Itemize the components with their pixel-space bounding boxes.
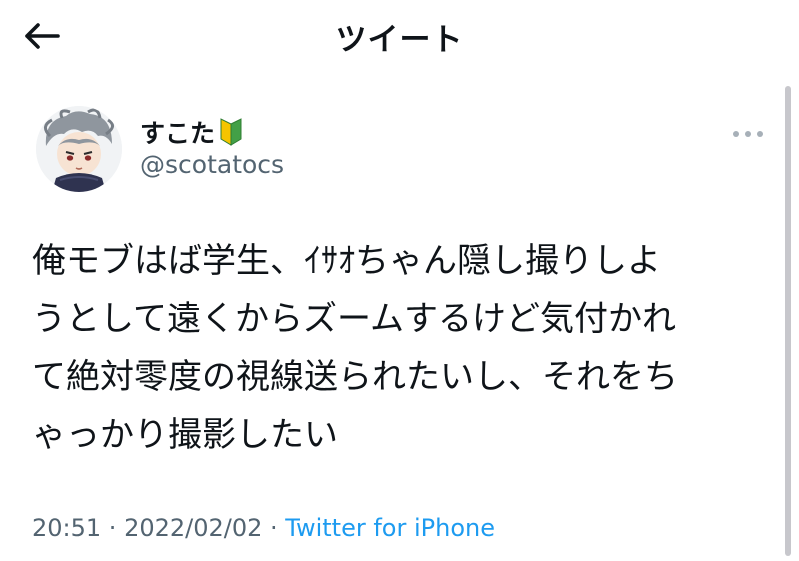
tweet-text-line: 俺モブはば学生、ｲｻｵちゃん隠し撮りしよ	[32, 241, 661, 281]
tweet-metadata: 20:51 · 2022/02/02 · Twitter for iPhone	[32, 514, 495, 542]
tweet-text-line: うとして遠くからズームするけど気付かれ	[32, 299, 676, 339]
tweet-time[interactable]: 20:51	[32, 514, 101, 542]
scrollbar[interactable]	[785, 86, 791, 556]
more-dots-icon	[731, 123, 765, 142]
page-title: ツイート	[335, 22, 464, 58]
author-display-name[interactable]: すこた	[140, 114, 243, 150]
meta-separator: ·	[262, 514, 286, 542]
tweet-text-line: ゃっかり撮影したい	[32, 415, 338, 455]
tweet-source-link[interactable]: Twitter for iPhone	[285, 514, 495, 542]
avatar[interactable]	[36, 106, 122, 192]
top-nav-bar: ツイート	[0, 0, 799, 76]
tweet-text: 俺モブはば学生、ｲｻｵちゃん隠し撮りしよ うとして遠くからズームするけど気付かれ…	[32, 232, 760, 464]
more-options-button[interactable]	[728, 120, 768, 144]
beginner-mark-icon	[219, 118, 243, 146]
author-username[interactable]: @scotatocs	[140, 150, 284, 179]
meta-separator: ·	[101, 514, 125, 542]
tweet-date[interactable]: 2022/02/02	[124, 514, 262, 542]
display-name-text: すこた	[140, 119, 216, 148]
tweet-text-line: て絶対零度の視線送られたいし、それをち	[32, 357, 678, 397]
